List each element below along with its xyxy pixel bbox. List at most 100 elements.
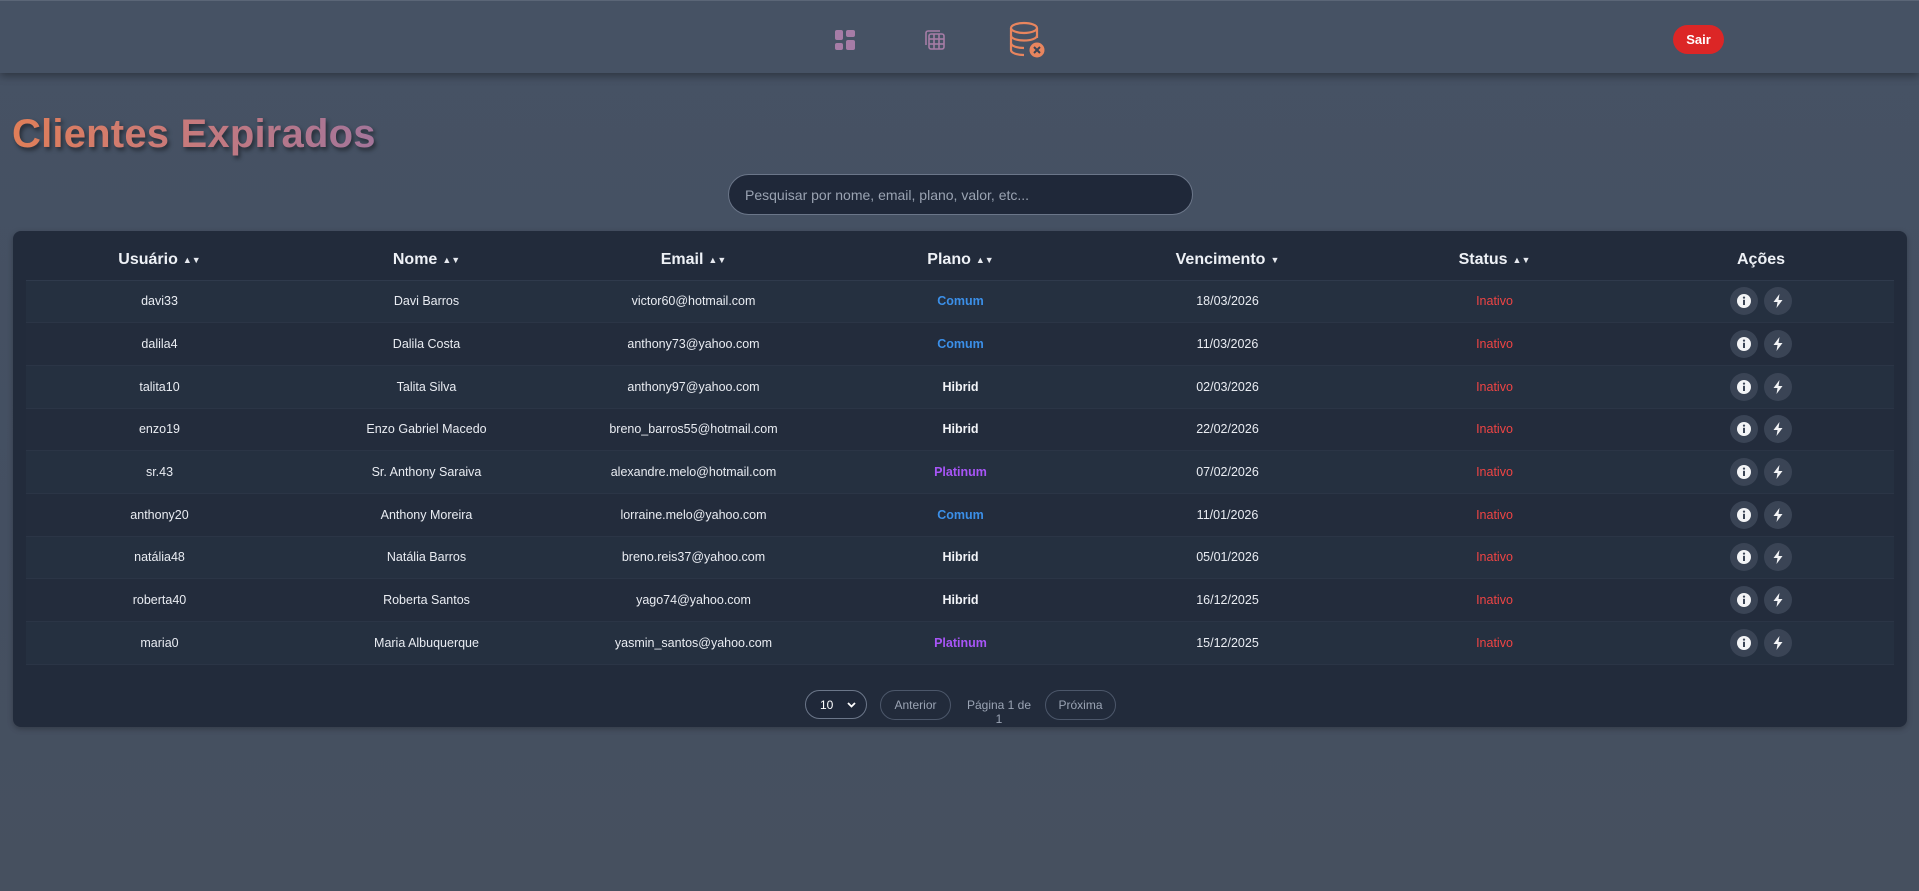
sort-icon[interactable]: ▲▼: [1513, 255, 1531, 265]
table-row: talita10 Talita Silva anthony97@yahoo.com H…: [26, 365, 1894, 409]
cell-actions: [1628, 322, 1894, 366]
info-button[interactable]: [1730, 628, 1758, 657]
action-button[interactable]: [1764, 415, 1792, 444]
cell-status: Inativo: [1361, 578, 1628, 622]
cell-name: Talita Silva: [293, 365, 560, 409]
plan-label: Hibrid: [942, 422, 979, 437]
cell-email: anthony97@yahoo.com: [560, 365, 827, 409]
column-header-name[interactable]: Nome ▲▼: [293, 241, 560, 281]
plan-label: Platinum: [934, 465, 987, 480]
column-header-due-date[interactable]: Vencimento ▼: [1094, 241, 1361, 281]
status-label: Inativo: [1476, 507, 1513, 522]
cell-status: Inativo: [1361, 280, 1628, 324]
info-button[interactable]: [1730, 586, 1758, 615]
action-button[interactable]: [1764, 372, 1792, 401]
action-button[interactable]: [1764, 543, 1792, 572]
cell-email: lorraine.melo@yahoo.com: [560, 493, 827, 537]
table-icon[interactable]: [924, 29, 946, 51]
table-row: natália48 Natália Barros breno.reis37@yaho…: [26, 536, 1894, 580]
info-button[interactable]: [1730, 330, 1758, 359]
cell-email: yasmin_santos@yahoo.com: [560, 621, 827, 665]
action-button[interactable]: [1764, 458, 1792, 487]
info-icon: [1737, 635, 1751, 650]
status-label: Inativo: [1476, 635, 1513, 650]
column-header-status[interactable]: Status ▲▼: [1361, 241, 1628, 281]
cell-name: Anthony Moreira: [293, 493, 560, 537]
cell-plan: Comum: [827, 493, 1094, 537]
info-button[interactable]: [1730, 287, 1758, 316]
cell-plan: Hibrid: [827, 365, 1094, 409]
cell-plan: Platinum: [827, 450, 1094, 494]
cell-plan: Comum: [827, 280, 1094, 324]
table-row: maria0 Maria Albuquerque yasmin_santos@yah…: [26, 621, 1894, 665]
info-button[interactable]: [1730, 415, 1758, 444]
search-input[interactable]: [728, 174, 1193, 215]
table-row: enzo19 Enzo Gabriel Macedo breno_barros55@…: [26, 408, 1894, 452]
cell-user: sr.43: [26, 450, 293, 494]
dashboard-icon[interactable]: [834, 29, 856, 51]
previous-page-button[interactable]: Anterior: [880, 690, 951, 720]
action-button[interactable]: [1764, 330, 1792, 359]
bolt-icon: [1773, 337, 1783, 352]
column-header-user[interactable]: Usuário ▲▼: [26, 241, 293, 281]
database-expired-icon[interactable]: [1008, 21, 1048, 61]
next-page-button[interactable]: Próxima: [1045, 690, 1116, 720]
cell-due-date: 11/03/2026: [1094, 322, 1361, 366]
info-button[interactable]: [1730, 458, 1758, 487]
cell-actions: [1628, 408, 1894, 452]
action-button[interactable]: [1764, 500, 1792, 529]
plan-label: Comum: [937, 507, 984, 522]
table-header-row: Usuário ▲▼ Nome ▲▼ Email ▲▼ Plano ▲▼ Vencime…: [26, 241, 1894, 281]
cell-due-date: 16/12/2025: [1094, 578, 1361, 622]
action-button[interactable]: [1764, 287, 1792, 316]
cell-actions: [1628, 365, 1894, 409]
cell-actions: [1628, 536, 1894, 580]
cell-user: dalila4: [26, 322, 293, 366]
bolt-icon: [1773, 550, 1783, 565]
column-header-actions: Ações: [1628, 241, 1894, 281]
info-button[interactable]: [1730, 372, 1758, 401]
sort-icon[interactable]: ▲▼: [976, 255, 994, 265]
cell-email: breno_barros55@hotmail.com: [560, 408, 827, 452]
cell-due-date: 11/01/2026: [1094, 493, 1361, 537]
cell-user: anthony20: [26, 493, 293, 537]
column-header-email[interactable]: Email ▲▼: [560, 241, 827, 281]
sort-desc-icon[interactable]: ▼: [1270, 255, 1279, 265]
chevron-down-icon: [847, 702, 856, 708]
cell-plan: Hibrid: [827, 408, 1094, 452]
status-label: Inativo: [1476, 550, 1513, 565]
cell-plan: Hibrid: [827, 536, 1094, 580]
cell-actions: [1628, 493, 1894, 537]
status-label: Inativo: [1476, 337, 1513, 352]
sort-icon[interactable]: ▲▼: [708, 255, 726, 265]
table-row: davi33 Davi Barros victor60@hotmail.com Com…: [26, 280, 1894, 324]
cell-user: davi33: [26, 280, 293, 324]
table-row: roberta40 Roberta Santos yago74@yahoo.com H…: [26, 578, 1894, 622]
cell-name: Natália Barros: [293, 536, 560, 580]
action-button[interactable]: [1764, 628, 1792, 657]
action-button[interactable]: [1764, 586, 1792, 615]
info-icon: [1737, 422, 1751, 437]
sort-icon[interactable]: ▲▼: [442, 255, 460, 265]
bolt-icon: [1773, 422, 1783, 437]
cell-plan: Hibrid: [827, 578, 1094, 622]
cell-due-date: 02/03/2026: [1094, 365, 1361, 409]
sort-icon[interactable]: ▲▼: [183, 255, 201, 265]
column-header-plan[interactable]: Plano ▲▼: [827, 241, 1094, 281]
cell-status: Inativo: [1361, 408, 1628, 452]
cell-plan: Platinum: [827, 621, 1094, 665]
cell-name: Enzo Gabriel Macedo: [293, 408, 560, 452]
info-button[interactable]: [1730, 543, 1758, 572]
cell-email: anthony73@yahoo.com: [560, 322, 827, 366]
expired-clients-table: Usuário ▲▼ Nome ▲▼ Email ▲▼ Plano ▲▼ Vencime…: [26, 241, 1894, 665]
info-button[interactable]: [1730, 500, 1758, 529]
info-icon: [1737, 294, 1751, 309]
plan-label: Hibrid: [942, 593, 979, 608]
page-size-select[interactable]: 10: [805, 690, 867, 719]
plan-label: Platinum: [934, 635, 987, 650]
logout-button[interactable]: Sair: [1673, 25, 1724, 54]
cell-status: Inativo: [1361, 365, 1628, 409]
cell-due-date: 07/02/2026: [1094, 450, 1361, 494]
status-label: Inativo: [1476, 422, 1513, 437]
table-row: dalila4 Dalila Costa anthony73@yahoo.com Co…: [26, 322, 1894, 366]
